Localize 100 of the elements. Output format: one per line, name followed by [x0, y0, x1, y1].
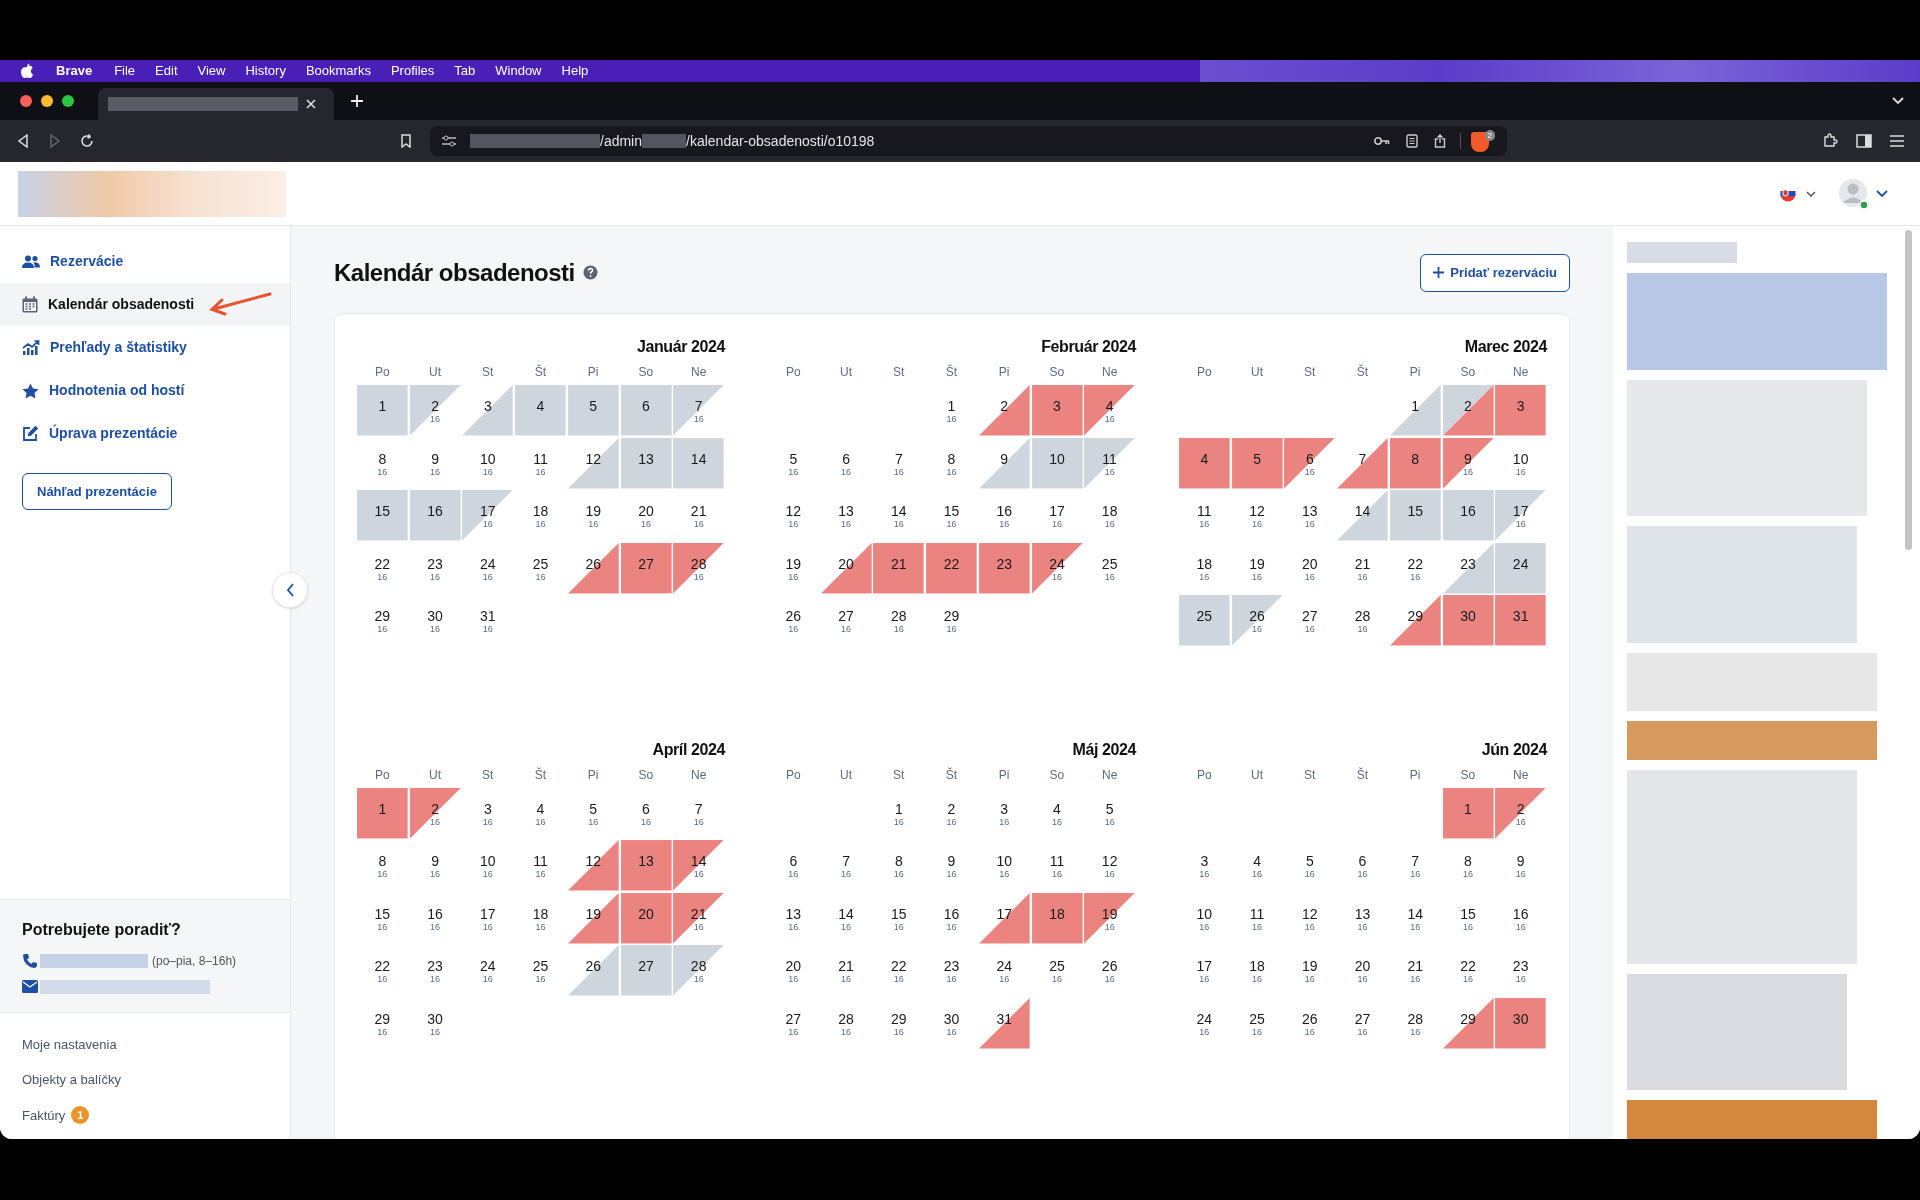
day-number[interactable]: 9: [1000, 450, 1009, 467]
day-number[interactable]: 16: [1460, 503, 1476, 519]
menu-item[interactable]: Tab: [454, 61, 476, 81]
app-name-menu[interactable]: Brave: [56, 61, 93, 81]
day-number[interactable]: 26: [1302, 1010, 1318, 1027]
day-number[interactable]: 19: [585, 905, 601, 922]
day-number[interactable]: 22: [1407, 555, 1423, 572]
day-number[interactable]: 5: [789, 450, 798, 467]
day-number[interactable]: 16: [943, 905, 960, 922]
day-number[interactable]: 30: [1460, 608, 1476, 624]
day-number[interactable]: 21: [891, 555, 907, 572]
day-number[interactable]: 20: [638, 503, 654, 519]
day-number[interactable]: 14: [891, 503, 907, 519]
day-number[interactable]: 4: [1053, 800, 1061, 817]
day-number[interactable]: 3: [1053, 398, 1061, 414]
day-number[interactable]: 23: [1460, 555, 1476, 572]
day-number[interactable]: 29: [374, 608, 391, 624]
day-number[interactable]: 22: [943, 555, 960, 572]
menu-item[interactable]: History: [245, 61, 286, 81]
day-number[interactable]: 19: [1249, 555, 1265, 572]
day-number[interactable]: 22: [1460, 958, 1476, 974]
day-number[interactable]: 28: [1354, 608, 1371, 624]
day-number[interactable]: 30: [943, 1010, 960, 1027]
day-number[interactable]: 17: [996, 905, 1012, 922]
day-number[interactable]: 10: [1512, 450, 1529, 467]
day-number[interactable]: 22: [891, 958, 907, 974]
day-number[interactable]: 4: [1253, 853, 1261, 869]
day-number[interactable]: 25: [1249, 1010, 1265, 1027]
avatar-icon[interactable]: [1838, 177, 1870, 210]
day-number[interactable]: 11: [1249, 905, 1265, 922]
day-number[interactable]: 26: [1101, 958, 1118, 974]
day-number[interactable]: 21: [1354, 555, 1371, 572]
day-number[interactable]: 25: [1049, 958, 1065, 974]
day-number[interactable]: 18: [1249, 958, 1265, 974]
share-icon[interactable]: [1434, 134, 1446, 148]
day-number[interactable]: 31: [1512, 608, 1529, 624]
day-number[interactable]: 13: [1354, 905, 1371, 922]
chevron-down-icon[interactable]: [1806, 190, 1816, 197]
day-number[interactable]: 26: [585, 958, 601, 974]
new-tab-icon[interactable]: [350, 94, 364, 108]
day-number[interactable]: 7: [1411, 853, 1420, 869]
day-number[interactable]: 8: [1411, 450, 1420, 467]
day-number[interactable]: 24: [1512, 555, 1529, 572]
day-number[interactable]: 30: [1512, 1010, 1529, 1027]
day-number[interactable]: 23: [427, 958, 443, 974]
day-number[interactable]: 17: [480, 503, 496, 519]
day-number[interactable]: 13: [838, 503, 854, 519]
day-number[interactable]: 14: [1354, 503, 1371, 519]
day-number[interactable]: 17: [1512, 503, 1529, 519]
day-number[interactable]: 9: [1464, 450, 1472, 467]
preview-button[interactable]: Náhľad prezentácie: [22, 473, 172, 510]
day-number[interactable]: 2: [947, 800, 956, 817]
extensions-icon[interactable]: [1822, 133, 1838, 149]
day-number[interactable]: 15: [1460, 905, 1476, 922]
day-number[interactable]: 7: [842, 853, 850, 869]
day-number[interactable]: 8: [894, 853, 903, 869]
day-number[interactable]: 29: [891, 1010, 907, 1027]
day-number[interactable]: 15: [943, 503, 960, 519]
day-number[interactable]: 11: [533, 853, 548, 869]
day-number[interactable]: 15: [374, 905, 391, 922]
day-number[interactable]: 20: [785, 958, 802, 974]
sidebar-link[interactable]: Objekty a balíčky: [22, 1070, 121, 1090]
menu-icon[interactable]: [1890, 135, 1904, 147]
day-number[interactable]: 23: [996, 555, 1012, 572]
day-number[interactable]: 20: [1354, 958, 1371, 974]
day-number[interactable]: 26: [785, 608, 802, 624]
day-number[interactable]: 12: [1101, 853, 1118, 869]
day-number[interactable]: 24: [1196, 1010, 1213, 1027]
day-number[interactable]: 24: [1049, 555, 1065, 572]
day-number[interactable]: 10: [1196, 905, 1213, 922]
day-number[interactable]: 28: [891, 608, 907, 624]
day-number[interactable]: 5: [1253, 450, 1261, 467]
minimize-window-button[interactable]: [41, 95, 53, 107]
day-number[interactable]: 3: [483, 800, 492, 817]
day-number[interactable]: 20: [638, 905, 654, 922]
day-number[interactable]: 10: [1049, 450, 1065, 467]
sidebar-link[interactable]: Faktúry: [22, 1105, 66, 1125]
day-number[interactable]: 2: [431, 398, 439, 414]
day-number[interactable]: 6: [1305, 450, 1314, 467]
day-number[interactable]: 15: [374, 503, 391, 519]
day-number[interactable]: 14: [1407, 905, 1423, 922]
day-number[interactable]: 9: [1516, 853, 1525, 869]
day-number[interactable]: 3: [1516, 398, 1525, 414]
day-number[interactable]: 5: [1305, 853, 1314, 869]
close-icon[interactable]: [306, 99, 316, 109]
day-number[interactable]: 10: [480, 853, 496, 869]
menu-item[interactable]: Help: [561, 61, 589, 81]
day-number[interactable]: 1: [1411, 398, 1420, 414]
day-number[interactable]: 15: [1407, 503, 1423, 519]
day-number[interactable]: 27: [638, 555, 654, 572]
help-icon[interactable]: [582, 265, 598, 280]
sidebar-toggle-icon[interactable]: [1856, 134, 1872, 148]
day-number[interactable]: 13: [638, 450, 654, 467]
bookmark-icon[interactable]: [400, 134, 412, 148]
menu-item[interactable]: Edit: [155, 61, 178, 81]
day-number[interactable]: 22: [374, 555, 391, 572]
sidebar-link[interactable]: Moje nastavenia: [22, 1034, 117, 1054]
day-number[interactable]: 6: [789, 853, 798, 869]
day-number[interactable]: 13: [785, 905, 802, 922]
day-number[interactable]: 19: [1302, 958, 1318, 974]
